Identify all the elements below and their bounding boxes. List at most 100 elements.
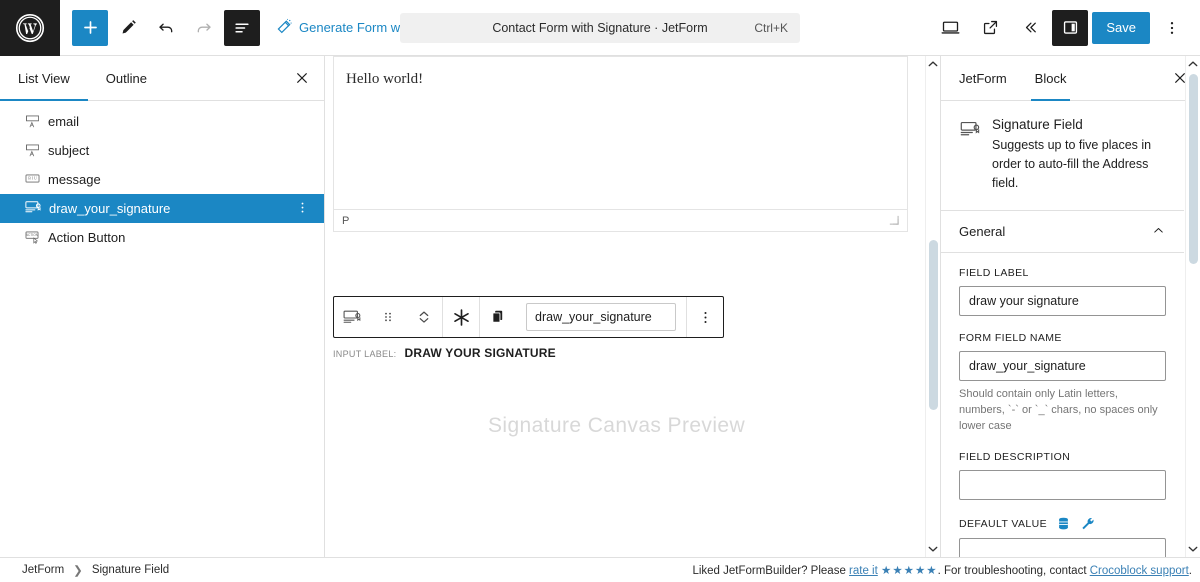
list-item-email[interactable]: email: [0, 107, 324, 136]
move-block-button[interactable]: [406, 297, 442, 337]
undo-button[interactable]: [148, 10, 184, 46]
rating-stars[interactable]: ★★★★★: [881, 565, 938, 577]
list-item-draw-your-signature[interactable]: draw_your_signature: [0, 194, 324, 223]
wrench-icon[interactable]: [1080, 516, 1095, 531]
canvas-scrollbar[interactable]: [925, 56, 940, 557]
scroll-up-arrow-icon[interactable]: [928, 56, 938, 72]
settings-fields: FIELD LABEL FORM FIELD NAME Should conta…: [941, 253, 1184, 557]
form-field-name-input[interactable]: [959, 351, 1166, 382]
block-type-button[interactable]: [334, 297, 370, 337]
field-label-input[interactable]: [959, 286, 1166, 317]
resize-grip-icon[interactable]: [888, 214, 899, 228]
close-list-view-button[interactable]: [280, 56, 324, 100]
action-button-icon: ACTION: [24, 228, 41, 248]
svg-text:B I U: B I U: [28, 176, 37, 180]
paragraph-text[interactable]: Hello world!: [334, 57, 907, 102]
breadcrumb-leaf[interactable]: Signature Field: [92, 564, 169, 576]
settings-content: Signature Field Suggests up to five plac…: [941, 101, 1200, 557]
list-item-action-button[interactable]: ACTION Action Button: [0, 223, 324, 252]
input-label-key: INPUT LABEL:: [333, 349, 397, 359]
collapse-button[interactable]: [1012, 10, 1048, 46]
command-bar-title: Contact Form with Signature · JetForm: [492, 21, 708, 35]
textarea-field-icon: B I U: [24, 170, 41, 190]
field-field-label: FIELD LABEL: [959, 267, 1166, 317]
duplicate-block-button[interactable]: [480, 297, 516, 337]
settings-scrollbar[interactable]: [1185, 56, 1200, 557]
tab-outline[interactable]: Outline: [88, 56, 165, 100]
canvas-inner: Hello world! P draw_your_signature INPUT…: [325, 56, 940, 557]
form-field-name-caption: FORM FIELD NAME: [959, 332, 1062, 345]
editor-footer: JetForm ❯ Signature Field Liked JetFormB…: [0, 557, 1200, 582]
promo-suffix: .: [1188, 565, 1192, 577]
close-icon: [297, 73, 307, 83]
paragraph-block[interactable]: Hello world! P: [333, 56, 908, 232]
block-toolbar: [333, 296, 724, 338]
field-label-caption: FIELD LABEL: [959, 267, 1029, 280]
block-list: email subject B I U message draw_your_si…: [0, 101, 324, 252]
input-label-value[interactable]: DRAW YOUR SIGNATURE: [404, 346, 555, 360]
canvas-scroll-thumb[interactable]: [929, 240, 938, 410]
list-item-label: draw_your_signature: [49, 201, 171, 216]
tab-outline-label: Outline: [105, 70, 147, 86]
view-device-button[interactable]: [932, 10, 968, 46]
magic-wand-icon: [276, 18, 293, 38]
block-toolbar-group-block: [334, 297, 443, 337]
header-options-button[interactable]: [1154, 10, 1190, 46]
list-item-subject[interactable]: subject: [0, 136, 324, 165]
list-item-options-button[interactable]: [295, 200, 310, 218]
command-bar[interactable]: Contact Form with Signature · JetForm Ct…: [400, 13, 800, 43]
signature-field-icon: [343, 310, 361, 323]
scroll-down-arrow-icon[interactable]: [1188, 541, 1198, 557]
wordpress-logo-icon[interactable]: [0, 0, 60, 56]
tab-block[interactable]: Block: [1021, 56, 1081, 101]
drag-handle-button[interactable]: [370, 297, 406, 337]
block-toolbar-group-required: [443, 297, 480, 337]
preview-external-button[interactable]: [972, 10, 1008, 46]
add-block-button[interactable]: [72, 9, 108, 46]
breadcrumb-root[interactable]: JetForm: [22, 564, 64, 576]
move-up-down-icon: [419, 311, 429, 323]
field-name-input[interactable]: [526, 303, 676, 331]
redo-button[interactable]: [186, 10, 222, 46]
footer-promo: Liked JetFormBuilder? Please rate it ★★★…: [692, 563, 1200, 577]
list-view-button[interactable]: [224, 9, 260, 46]
edit-tool-button[interactable]: [110, 10, 146, 46]
scroll-down-arrow-icon[interactable]: [928, 541, 938, 557]
tab-jetform[interactable]: JetForm: [941, 56, 1021, 100]
vertical-dots-icon: [703, 311, 707, 323]
drag-handle-icon: [385, 312, 391, 322]
block-more-options-button[interactable]: [687, 297, 723, 337]
breadcrumb: JetForm ❯ Signature Field: [0, 563, 169, 577]
paragraph-block-footer: P: [334, 209, 907, 231]
database-icon[interactable]: [1056, 516, 1071, 531]
svg-text:ACTION: ACTION: [26, 233, 39, 237]
chevron-up-icon: [1151, 223, 1166, 241]
text-field-icon: [24, 141, 41, 161]
tab-list-view-label: List View: [18, 70, 70, 86]
field-form-field-name: FORM FIELD NAME Should contain only Lati…: [959, 332, 1166, 435]
canvas-scroll-track[interactable]: [926, 72, 940, 541]
list-item-message[interactable]: B I U message: [0, 165, 324, 194]
tab-list-view[interactable]: List View: [0, 56, 88, 101]
default-value-input[interactable]: [959, 538, 1166, 557]
tab-block-label: Block: [1034, 70, 1067, 86]
settings-scroll-thumb[interactable]: [1189, 74, 1198, 264]
field-description-input[interactable]: [959, 470, 1166, 501]
section-header-general[interactable]: General: [941, 211, 1184, 254]
promo-prefix: Liked JetFormBuilder? Please: [692, 565, 850, 577]
editor-header: Generate Form with AI Contact Form with …: [0, 0, 1200, 56]
default-value-caption: DEFAULT VALUE: [959, 516, 1166, 531]
rate-it-link[interactable]: rate it: [849, 565, 878, 577]
scroll-up-arrow-icon[interactable]: [1188, 56, 1198, 72]
list-item-label: email: [48, 114, 80, 129]
block-tag-label: P: [342, 214, 350, 227]
default-value-label-text: DEFAULT VALUE: [959, 517, 1048, 530]
header-tools-left: Generate Form with AI: [60, 9, 429, 46]
save-button[interactable]: Save: [1092, 11, 1150, 44]
required-toggle-button[interactable]: [443, 297, 479, 337]
signature-canvas-preview[interactable]: Signature Canvas Preview: [325, 414, 908, 438]
settings-sidebar-button[interactable]: [1052, 9, 1089, 46]
signature-field-icon: [959, 118, 981, 145]
crocoblock-support-link[interactable]: Crocoblock support: [1090, 565, 1189, 577]
settings-scroll-track[interactable]: [1186, 72, 1200, 541]
